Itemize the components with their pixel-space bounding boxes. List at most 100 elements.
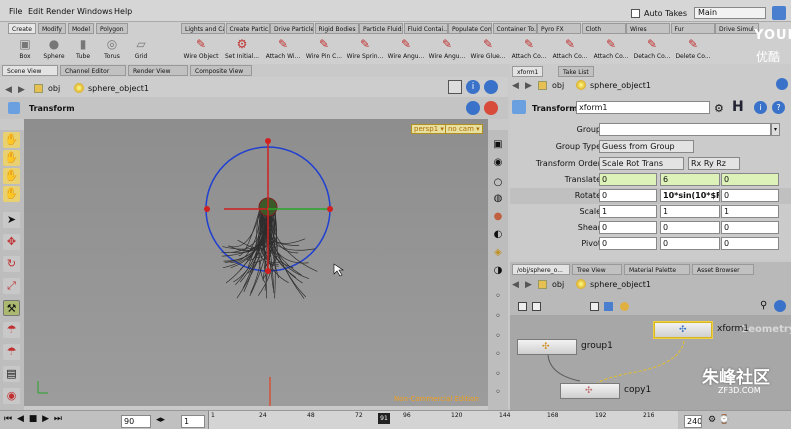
copy1-node[interactable]: ✣ bbox=[560, 383, 620, 399]
param-info-icon[interactable] bbox=[776, 78, 788, 90]
param-field-x[interactable]: 1 bbox=[599, 205, 657, 218]
display-home-icon[interactable]: ◦ bbox=[491, 386, 505, 400]
net-back-icon[interactable]: ◀ bbox=[512, 280, 519, 290]
handle-right[interactable] bbox=[327, 206, 333, 212]
param-path[interactable]: obj bbox=[552, 81, 564, 90]
param-field-z[interactable]: 0 bbox=[721, 173, 779, 186]
node-name-field[interactable]: xform1 bbox=[576, 101, 710, 114]
handle-left[interactable] bbox=[204, 206, 210, 212]
measure-tool-icon[interactable]: ▤ bbox=[3, 366, 20, 382]
param-field-x[interactable]: 0 bbox=[599, 189, 657, 202]
rotation-order-select[interactable]: Rx Ry Rz bbox=[688, 157, 740, 170]
shelf-tool-button[interactable]: ▮ Tube bbox=[69, 36, 97, 64]
shelf-tool-button[interactable]: ✎ Detach Co... bbox=[632, 36, 672, 64]
frame-stepper-icon[interactable]: ◂▸ bbox=[156, 415, 165, 425]
shelf-tool-button[interactable]: ◎ Torus bbox=[98, 36, 126, 64]
net-info-icon[interactable] bbox=[774, 300, 786, 312]
select-group-icon[interactable]: ✋ bbox=[3, 186, 20, 202]
display-wire-icon[interactable]: ▣ bbox=[491, 138, 505, 152]
network-tab[interactable]: /obj/sphere_o... bbox=[512, 264, 570, 275]
group1-node[interactable]: ✣ bbox=[517, 339, 577, 355]
shelf-tool-button[interactable]: ✎ Wire Glue... bbox=[468, 36, 508, 64]
param-field-z[interactable]: 1 bbox=[721, 205, 779, 218]
view-cube-icon[interactable] bbox=[448, 80, 462, 94]
menu-edit[interactable]: Edit bbox=[28, 7, 44, 16]
group-type-select[interactable]: Guess from Group bbox=[599, 140, 694, 153]
scene-path[interactable]: obj bbox=[48, 84, 60, 93]
param-back-icon[interactable]: ◀ bbox=[512, 81, 519, 91]
shelf-tool-button[interactable]: ✎ Wire Angu... bbox=[386, 36, 426, 64]
time-slider[interactable]: 1 24 48 72 96 120 144 168 192 216 91 bbox=[208, 411, 678, 429]
menu-windows[interactable]: Windows bbox=[77, 7, 113, 16]
shelf-tab[interactable]: Polygon bbox=[96, 23, 128, 34]
shelf-tab[interactable]: Rigid Bodies bbox=[314, 23, 359, 34]
shelf-tab[interactable]: Container To... bbox=[492, 23, 537, 34]
shelf-tool-button[interactable]: ✎ Attach Co... bbox=[550, 36, 590, 64]
shelf-tab[interactable]: Modify bbox=[38, 23, 66, 34]
info-icon[interactable] bbox=[484, 80, 498, 94]
display-template-icon[interactable]: ◐ bbox=[491, 228, 505, 242]
scene-tab[interactable]: Composite View bbox=[190, 65, 252, 76]
param-object[interactable]: sphere_object1 bbox=[590, 81, 651, 90]
display-shade-icon[interactable]: ◉ bbox=[491, 156, 505, 170]
param-tab[interactable]: Take List bbox=[558, 66, 594, 77]
net-path[interactable]: obj bbox=[552, 280, 564, 289]
display-uv-icon[interactable]: ◦ bbox=[491, 330, 505, 344]
viewport-3d[interactable]: persp1 ▾ no cam ▾ Non-Commercial Edition bbox=[24, 119, 488, 406]
help-icon[interactable]: i bbox=[466, 80, 480, 94]
handle-top[interactable] bbox=[265, 138, 271, 144]
shelf-tab[interactable]: Drive Simul... bbox=[715, 23, 759, 34]
shelf-tool-button[interactable]: ✎ Wire Object bbox=[181, 36, 221, 64]
xform1-node[interactable]: ✣ bbox=[654, 322, 712, 338]
frame-field[interactable]: 90 bbox=[121, 415, 151, 428]
desktop-select[interactable]: Main bbox=[694, 7, 766, 19]
display-lights-icon[interactable]: ● bbox=[491, 210, 505, 224]
shelf-tab[interactable]: Fur bbox=[670, 23, 715, 34]
forward-arrow-icon[interactable]: ▶ bbox=[18, 85, 25, 95]
shelf-tab[interactable]: Create bbox=[8, 23, 36, 34]
group-dropdown-icon[interactable]: ▾ bbox=[771, 123, 780, 136]
shelf-tool-button[interactable]: ✎ Delete Co... bbox=[673, 36, 713, 64]
shelf-tool-button[interactable]: ✎ Attach Co... bbox=[509, 36, 549, 64]
handle-bottom[interactable] bbox=[265, 268, 271, 274]
param-field-z[interactable]: 0 bbox=[721, 221, 779, 234]
auto-takes-checkbox[interactable] bbox=[631, 9, 640, 18]
shelf-tool-button[interactable]: ✎ Attach Wi... bbox=[263, 36, 303, 64]
shelf-tab[interactable]: Particle Fluids bbox=[359, 23, 403, 34]
select-object-icon[interactable]: ✋ bbox=[3, 150, 20, 166]
pose-tool-icon[interactable]: ☂ bbox=[3, 322, 20, 338]
scene-tab[interactable]: Render View bbox=[128, 65, 188, 76]
shelf-tab[interactable]: Model bbox=[68, 23, 95, 34]
help-h-icon[interactable]: H bbox=[732, 99, 744, 115]
param-field-x[interactable]: 0 bbox=[599, 237, 657, 250]
menu-help[interactable]: Help bbox=[114, 7, 132, 16]
net-search-icon[interactable]: ⚲ bbox=[760, 300, 767, 311]
group-field[interactable] bbox=[599, 123, 771, 136]
menu-file[interactable]: File bbox=[9, 7, 22, 16]
display-snap-icon[interactable]: ◑ bbox=[491, 264, 505, 278]
scene-object[interactable]: sphere_object1 bbox=[88, 84, 149, 93]
param-forward-icon[interactable]: ▶ bbox=[525, 81, 532, 91]
shelf-tool-button[interactable]: ▱ Grid bbox=[127, 36, 155, 64]
menu-render[interactable]: Render bbox=[46, 7, 74, 16]
shelf-tab[interactable]: Populate Con... bbox=[448, 23, 492, 34]
param-field-z[interactable]: 0 bbox=[721, 189, 779, 202]
back-arrow-icon[interactable]: ◀ bbox=[5, 85, 12, 95]
param-field-x[interactable]: 0 bbox=[599, 173, 657, 186]
param-field-y[interactable]: 1 bbox=[660, 205, 720, 218]
param-field-y[interactable]: 10*sin(10*$F) bbox=[660, 189, 720, 202]
param-info2-icon[interactable]: ? bbox=[772, 101, 785, 114]
maximize-icon[interactable] bbox=[772, 6, 786, 20]
camera-nocam-menu[interactable]: no cam ▾ bbox=[445, 124, 483, 134]
display-points-icon[interactable]: ○ bbox=[491, 176, 505, 190]
display-normals-icon[interactable]: ◦ bbox=[491, 310, 505, 324]
net-object[interactable]: sphere_object1 bbox=[590, 280, 651, 289]
shelf-tool-button[interactable]: ▣ Box bbox=[11, 36, 39, 64]
shelf-tool-button[interactable]: ✎ Wire Sprin... bbox=[345, 36, 385, 64]
net-view-icon[interactable] bbox=[590, 302, 599, 311]
display-bound-icon[interactable]: ◦ bbox=[491, 290, 505, 304]
brush-tool-icon[interactable]: ☂ bbox=[3, 344, 20, 360]
shelf-tool-button[interactable]: ✎ Wire Angu... bbox=[427, 36, 467, 64]
pointer-tool-icon[interactable]: ➤ bbox=[3, 212, 20, 228]
operator-help-icon[interactable] bbox=[466, 101, 480, 115]
